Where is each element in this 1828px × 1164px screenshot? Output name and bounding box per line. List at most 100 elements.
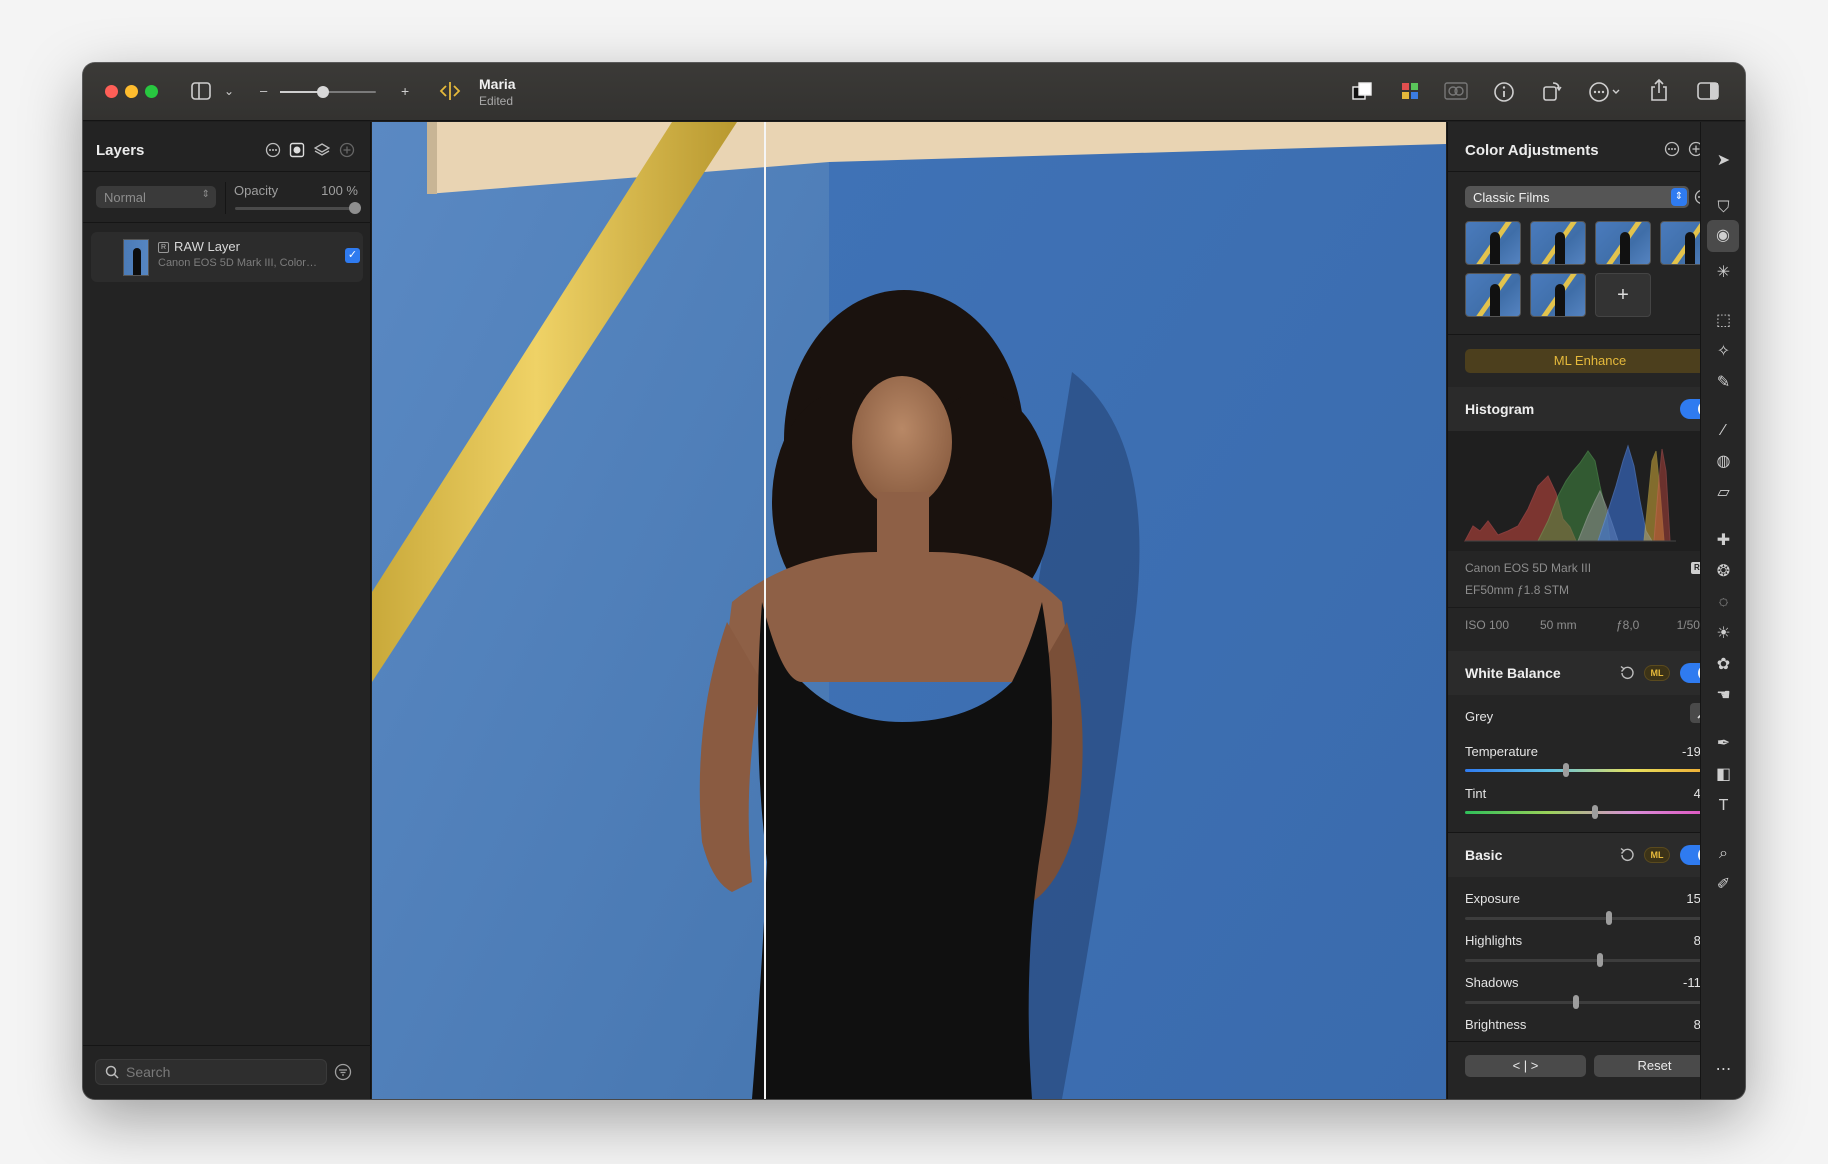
zoom-slider-knob[interactable] (317, 86, 330, 98)
add-layer-icon[interactable] (339, 142, 355, 161)
paint-fill-icon[interactable]: ◍ (1701, 448, 1745, 476)
reset-white-balance-icon[interactable] (1618, 664, 1636, 687)
white-balance-ml-button[interactable]: ML (1644, 665, 1670, 681)
exposure-slider[interactable] (1465, 911, 1715, 925)
brush-icon[interactable]: ⁄ (1701, 417, 1745, 445)
info-icon[interactable] (1493, 81, 1515, 107)
layer-row[interactable]: R RAW Layer Canon EOS 5D Mark III, Color… (91, 232, 363, 282)
sponge-icon[interactable]: ✿ (1701, 651, 1745, 679)
compare-split-icon[interactable] (438, 80, 462, 106)
smudge-icon[interactable]: ☚ (1701, 682, 1745, 710)
histogram-section-header[interactable]: Histogram (1448, 387, 1735, 431)
adjustments-more-icon[interactable] (1664, 141, 1680, 162)
focal-length-value: 50 mm (1540, 618, 1577, 632)
rotate-icon[interactable] (1541, 80, 1563, 106)
opacity-slider[interactable] (235, 202, 361, 214)
sharpen-icon[interactable]: ☀ (1701, 620, 1745, 648)
preset-thumbnail[interactable] (1530, 221, 1586, 265)
color-palette-icon[interactable] (1401, 82, 1419, 104)
ml-super-resolution-icon[interactable]: ✳ (1701, 259, 1745, 287)
quick-selection-icon[interactable]: ✎ (1701, 369, 1745, 397)
blend-mode-select[interactable]: Normal ⇕ (96, 186, 216, 208)
blur-icon[interactable]: ◌ (1701, 589, 1745, 617)
search-placeholder: Search (126, 1064, 171, 1080)
reset-basic-icon[interactable] (1618, 846, 1636, 869)
opacity-slider-knob[interactable] (349, 202, 361, 214)
share-icon[interactable] (1649, 78, 1669, 106)
preset-thumbnail[interactable] (1465, 221, 1521, 265)
tint-slider[interactable] (1465, 805, 1715, 819)
ml-enhance-button[interactable]: ML Enhance (1465, 349, 1715, 373)
zoom-in-button[interactable]: + (401, 81, 409, 101)
preset-thumbnail[interactable] (1530, 273, 1586, 317)
preset-thumbnail[interactable] (1595, 221, 1651, 265)
basic-section-header[interactable]: Basic ML (1448, 833, 1735, 877)
arrow-select-icon[interactable]: ➤ (1701, 147, 1745, 175)
color-mask-icon[interactable] (1351, 80, 1375, 106)
layers-stack-icon[interactable] (313, 142, 331, 161)
app-window: ⌄ – + Maria Edited Layers Normal ⇕ Opaci… (83, 63, 1745, 1099)
compare-overlay-icon[interactable] (1444, 81, 1468, 105)
highlights-slider[interactable] (1465, 953, 1715, 967)
minimize-window-button[interactable] (125, 85, 138, 98)
grey-label: Grey (1465, 709, 1494, 724)
magic-wand-icon[interactable]: ✧ (1701, 338, 1745, 366)
basic-title: Basic (1465, 847, 1503, 863)
preset-group-select[interactable]: Classic Films ⇕ (1465, 186, 1689, 208)
search-icon (105, 1065, 119, 1082)
color-adjustments-title: Color Adjustments (1465, 142, 1599, 159)
inspector-toggle-icon[interactable] (1697, 82, 1719, 104)
zoom-window-button[interactable] (145, 85, 158, 98)
text-tool-icon[interactable]: T (1701, 792, 1745, 820)
document-status: Edited (479, 94, 514, 108)
add-mask-icon[interactable] (289, 142, 305, 161)
exposure-slider-knob[interactable] (1605, 911, 1612, 925)
zoom-tool-icon[interactable]: ⌕ (1701, 840, 1745, 868)
more-menu-icon[interactable] (1588, 81, 1622, 107)
chevron-down-icon[interactable]: ⌄ (224, 81, 234, 101)
color-adjustments-panel: Color Adjustments Classic Films ⇕ + ML E… (1447, 122, 1735, 1099)
rect-selection-icon[interactable]: ⬚ (1701, 307, 1745, 335)
add-preset-button[interactable]: + (1595, 273, 1651, 317)
filter-icon[interactable] (334, 1063, 352, 1086)
paint-bucket-icon[interactable]: ⛉ (1701, 194, 1745, 222)
temperature-slider[interactable] (1465, 763, 1715, 777)
layer-subtitle: Canon EOS 5D Mark III, Color… (158, 257, 317, 269)
white-balance-section-header[interactable]: White Balance ML (1448, 651, 1735, 695)
reset-button[interactable]: Reset (1594, 1055, 1715, 1077)
zoom-out-button[interactable]: – (260, 81, 267, 101)
layer-thumbnail (123, 239, 149, 276)
shapes-icon[interactable]: ◧ (1701, 761, 1745, 789)
layer-visibility-checkbox[interactable]: ✓ (345, 248, 360, 263)
tint-slider-knob[interactable] (1592, 805, 1598, 819)
layers-more-icon[interactable] (265, 142, 281, 161)
eraser-icon[interactable]: ▱ (1701, 479, 1745, 507)
clone-icon[interactable]: ❂ (1701, 558, 1745, 586)
preset-thumbnail[interactable] (1465, 273, 1521, 317)
close-window-button[interactable] (105, 85, 118, 98)
temperature-slider-knob[interactable] (1563, 763, 1570, 777)
brightness-label: Brightness (1465, 1017, 1527, 1032)
compare-button[interactable]: < | > (1465, 1055, 1586, 1077)
opacity-value: 100 % (321, 183, 358, 198)
color-adjust-icon[interactable]: ◉ (1707, 220, 1739, 252)
sidebar-toggle-icon[interactable] (191, 82, 211, 104)
photo-canvas[interactable] (372, 122, 1446, 1099)
color-picker-icon[interactable]: ✐ (1701, 871, 1745, 899)
healing-icon[interactable]: ✚ (1701, 527, 1745, 555)
highlights-slider-knob[interactable] (1597, 953, 1603, 967)
pen-icon[interactable]: ✒ (1701, 730, 1745, 758)
basic-ml-button[interactable]: ML (1644, 847, 1670, 863)
shadows-slider-knob[interactable] (1573, 995, 1580, 1009)
zoom-slider[interactable] (280, 86, 376, 98)
lens-info: EF50mm ƒ1.8 STM (1465, 583, 1570, 597)
layer-name: RAW Layer (174, 239, 240, 254)
exposure-label: Exposure (1465, 891, 1520, 906)
titlebar: ⌄ – + Maria Edited (83, 63, 1745, 121)
histogram-area (1448, 431, 1735, 551)
more-tools-icon[interactable]: ⋯ (1701, 1056, 1745, 1084)
layers-search-input[interactable]: Search (95, 1059, 327, 1085)
highlights-label: Highlights (1465, 933, 1523, 948)
shadows-slider[interactable] (1465, 995, 1715, 1009)
chevron-updown-icon: ⇕ (201, 189, 210, 200)
